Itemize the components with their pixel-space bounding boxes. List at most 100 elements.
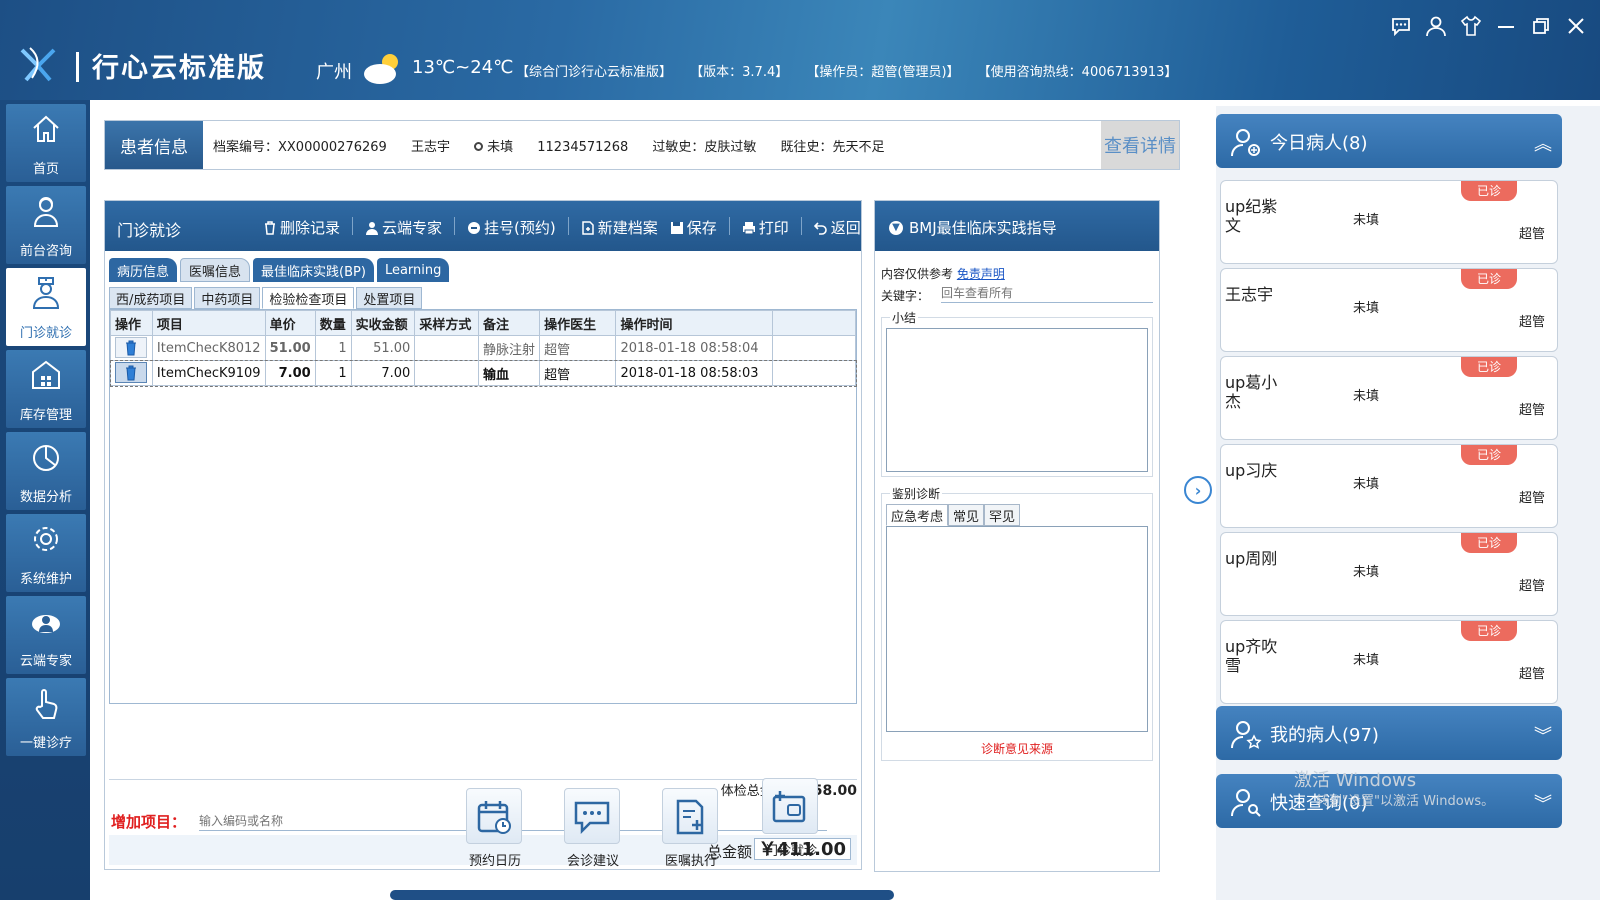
diagnosis-source[interactable]: 诊断意见来源 <box>882 740 1152 757</box>
my-patients-header[interactable]: 我的病人(97) ︾ <box>1216 706 1562 760</box>
today-patients-header[interactable]: 今日病人(8) ︽ <box>1216 114 1562 168</box>
patient-card[interactable]: up纪紫文 未填 超管 已诊 <box>1220 180 1558 264</box>
amount: 7.00 <box>350 360 416 386</box>
patient-card[interactable]: up周刚 未填 超管 已诊 <box>1220 532 1558 616</box>
delete-row-button[interactable] <box>115 336 147 358</box>
print-button[interactable]: 打印 <box>742 217 789 238</box>
summary-label: 小结 <box>890 309 919 326</box>
save-button[interactable]: 保存 <box>670 217 717 238</box>
patient-card-status: 未填 <box>1353 477 1380 492</box>
nav-item-home[interactable]: 首页 <box>6 104 86 182</box>
cloud-user-icon <box>32 615 60 633</box>
back-button[interactable]: 返回 <box>813 217 861 238</box>
summary-textarea[interactable] <box>886 328 1148 472</box>
close-icon[interactable] <box>1564 14 1588 38</box>
warehouse-icon <box>32 360 60 389</box>
patient-gender[interactable]: 未填 <box>474 136 513 155</box>
tab-rare[interactable]: 罕见 <box>984 504 1021 526</box>
patient-card-name: up习庆 <box>1225 461 1278 480</box>
app-title: 行心云标准版 <box>92 53 266 84</box>
minimize-icon[interactable] <box>1494 14 1518 38</box>
nav-item-front-desk[interactable]: 前台咨询 <box>6 186 86 264</box>
user-star-icon <box>1231 721 1262 749</box>
visited-badge: 已诊 <box>1461 269 1517 289</box>
bmj-guide-panel: ▼ BMJ最佳临床实践指导 内容仅供参考 免责声明 关键字： 小结 鉴别诊断 应… <box>874 200 1160 872</box>
delete-row-button[interactable] <box>115 361 147 383</box>
tab-orders[interactable]: 医嘱信息 <box>180 258 251 282</box>
tab-lab-exam[interactable]: 检验检查项目 <box>262 287 355 309</box>
patient-card[interactable]: up习庆 未填 超管 已诊 <box>1220 444 1558 528</box>
register-button[interactable]: 挂号(预约) <box>467 217 556 238</box>
disclaimer-link[interactable]: 免责声明 <box>957 267 1005 281</box>
today-patient-list: up纪紫文 未填 超管 已诊 王志宇 未填 超管 已诊 up葛小杰 未填 超管 … <box>1220 180 1558 710</box>
patient-card-status: 未填 <box>1353 213 1380 228</box>
gear-icon <box>34 527 58 551</box>
patient-card[interactable]: 王志宇 未填 超管 已诊 <box>1220 268 1558 352</box>
nav-item-label: 前台咨询 <box>19 244 72 259</box>
nav-item-one-click[interactable]: 一键诊疗 <box>6 678 86 756</box>
nav-item-analytics[interactable]: 数据分析 <box>6 432 86 510</box>
tab-learning[interactable]: Learning <box>376 258 450 282</box>
nav-item-label: 系统维护 <box>19 572 72 587</box>
nav-item-inventory[interactable]: 库存管理 <box>6 350 86 428</box>
chat-bubble-icon <box>564 788 620 844</box>
differential-textarea[interactable] <box>886 526 1148 732</box>
patient-card-doctor: 超管 <box>1518 491 1545 506</box>
table-row[interactable]: ItemChecK9109 7.00 1 7.00 输血 超管 2018-01-… <box>109 359 857 387</box>
calendar-icon <box>466 788 522 844</box>
patient-card[interactable]: up齐吹雪 未填 超管 已诊 <box>1220 620 1558 704</box>
bottom-toolbar: 预约日历 会诊建议 医嘱执行 门诊就诊 <box>450 778 830 898</box>
patient-info-label: 患者信息 <box>105 121 203 169</box>
patient-card-name: up周刚 <box>1225 549 1278 568</box>
user-icon[interactable] <box>1424 14 1448 38</box>
hotline-text: 【使用咨询热线：4006713913】 <box>977 65 1178 80</box>
new-file-button[interactable]: 新建档案 <box>581 217 658 238</box>
column-header: 实收金额 <box>350 310 416 336</box>
main-area: 患者信息 档案编号：XX00000276269 王志宇 未填 112345712… <box>90 100 1600 900</box>
header-info: 【综合门诊行心云标准版】 【版本：3.7.4】 【操作员：超管(管理员)】 【使… <box>516 61 1191 80</box>
keyword-input[interactable] <box>941 283 1153 303</box>
column-header-empty <box>772 310 856 336</box>
view-details-button[interactable]: 查看详情 <box>1101 121 1179 169</box>
remark: 静脉注射 <box>478 335 541 361</box>
tab-western-medicine[interactable]: 西/成药项目 <box>109 287 193 309</box>
cloud-expert-button[interactable]: 云端专家 <box>365 217 442 238</box>
operation-time: 2018-01-18 08:58:04 <box>615 335 774 361</box>
table-row[interactable]: ItemChecK8012 51.00 1 51.00 静脉注射 超管 2018… <box>110 335 856 361</box>
tab-common[interactable]: 常见 <box>948 504 985 526</box>
patient-card-doctor: 超管 <box>1518 315 1545 330</box>
chart-icon <box>33 445 59 471</box>
toolbar-actions: 删除记录 云端专家 挂号(预约) 新建档案 保存 打印 返回 <box>263 217 861 238</box>
tab-best-practice[interactable]: 最佳临床实践(BP) <box>253 258 374 282</box>
nav-item-outpatient[interactable]: 门诊就诊 <box>6 268 86 346</box>
horizontal-scrollbar[interactable] <box>390 890 894 900</box>
items-table-container: 操作 项目 单价 数量 实收金额 采样方式 备注 操作医生 操作时间 ItemC… <box>109 309 857 704</box>
nav-item-cloud-expert[interactable]: 云端专家 <box>6 596 86 674</box>
logo-separator <box>76 52 79 82</box>
chevron-right-icon[interactable]: › <box>1184 476 1212 504</box>
tab-treatment[interactable]: 处置项目 <box>356 287 423 309</box>
toolbar-divider <box>567 217 569 235</box>
nav-item-label: 库存管理 <box>19 408 72 423</box>
shirt-icon[interactable] <box>1459 14 1483 38</box>
visited-badge: 已诊 <box>1461 445 1517 465</box>
chat-icon[interactable] <box>1389 14 1413 38</box>
table-header-row: 操作 项目 单价 数量 实收金额 采样方式 备注 操作医生 操作时间 <box>110 310 856 336</box>
tab-emergency[interactable]: 应急考虑 <box>886 504 949 526</box>
trash-icon <box>265 220 275 235</box>
receptionist-icon <box>33 197 59 227</box>
home-icon <box>33 115 59 142</box>
unit-price: 7.00 <box>264 360 316 386</box>
cloud-sun-icon <box>364 54 398 84</box>
nav-item-system[interactable]: 系统维护 <box>6 514 86 592</box>
bmj-title[interactable]: ▼ BMJ最佳临床实践指导 <box>889 217 1057 238</box>
tab-medical-record[interactable]: 病历信息 <box>109 258 178 282</box>
nav-item-label: 数据分析 <box>19 490 72 505</box>
patient-card[interactable]: up葛小杰 未填 超管 已诊 <box>1220 356 1558 440</box>
doctor-icon <box>32 277 60 309</box>
user-icon <box>366 221 379 235</box>
item-code: ItemChecK9109 <box>151 360 266 386</box>
maximize-icon[interactable] <box>1529 14 1553 38</box>
tab-chinese-medicine[interactable]: 中药项目 <box>194 287 261 309</box>
delete-record-button[interactable]: 删除记录 <box>263 217 340 238</box>
